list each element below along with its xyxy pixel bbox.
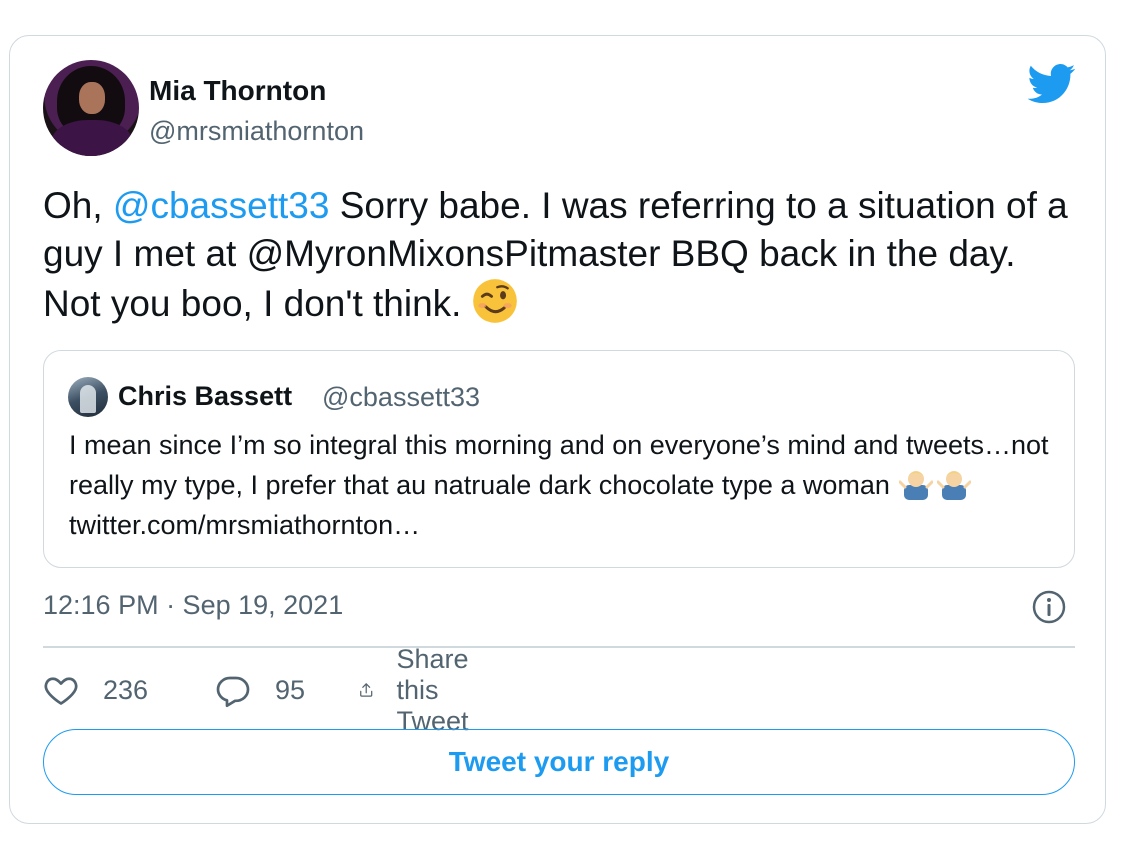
share-label: Share this Tweet bbox=[396, 643, 469, 736]
author-handle[interactable]: @mrsmiathornton bbox=[149, 116, 364, 147]
mention-text: @MyronMixonsPitmaster bbox=[246, 233, 661, 274]
author-name[interactable]: Mia Thornton bbox=[149, 75, 326, 107]
quoted-tweet[interactable]: Chris Bassett @cbassett33 I mean since I… bbox=[43, 350, 1075, 568]
speech-bubble-icon bbox=[216, 676, 250, 708]
info-icon[interactable] bbox=[1031, 589, 1067, 625]
man-shrugging-icon bbox=[899, 471, 934, 500]
mention-link[interactable]: @cbassett33 bbox=[113, 185, 330, 226]
share-icon bbox=[360, 683, 373, 697]
tweet-text: Oh, @cbassett33 Sorry babe. I was referr… bbox=[43, 182, 1083, 328]
share-button[interactable]: Share this Tweet bbox=[358, 644, 488, 736]
like-button[interactable]: 236 bbox=[43, 668, 148, 712]
quoted-author-avatar bbox=[68, 377, 108, 417]
twitter-bird-icon[interactable] bbox=[1028, 64, 1076, 104]
quoted-author-handle: @cbassett33 bbox=[322, 382, 480, 412]
winking-face-icon bbox=[472, 279, 517, 323]
tweet-card: Mia Thornton @mrsmiathornton Oh, @cbasse… bbox=[9, 35, 1106, 824]
quoted-tweet-text: I mean since I’m so integral this mornin… bbox=[69, 425, 1059, 545]
reply-count-button[interactable]: 95 bbox=[215, 668, 305, 712]
author-avatar[interactable] bbox=[43, 60, 139, 156]
man-shrugging-icon bbox=[937, 471, 972, 500]
heart-icon bbox=[44, 677, 78, 705]
tweet-timestamp[interactable]: 12:16 PM · Sep 19, 2021 bbox=[43, 590, 343, 621]
reply-count: 95 bbox=[275, 674, 306, 705]
quoted-link-text: twitter.com/mrsmiathornton… bbox=[69, 510, 421, 540]
divider bbox=[43, 646, 1075, 648]
quoted-author-name: Chris Bassett bbox=[118, 381, 293, 411]
tweet-reply-button[interactable]: Tweet your reply bbox=[43, 729, 1075, 795]
like-count: 236 bbox=[103, 674, 149, 705]
tweet-text-segment: Oh, bbox=[43, 185, 113, 226]
